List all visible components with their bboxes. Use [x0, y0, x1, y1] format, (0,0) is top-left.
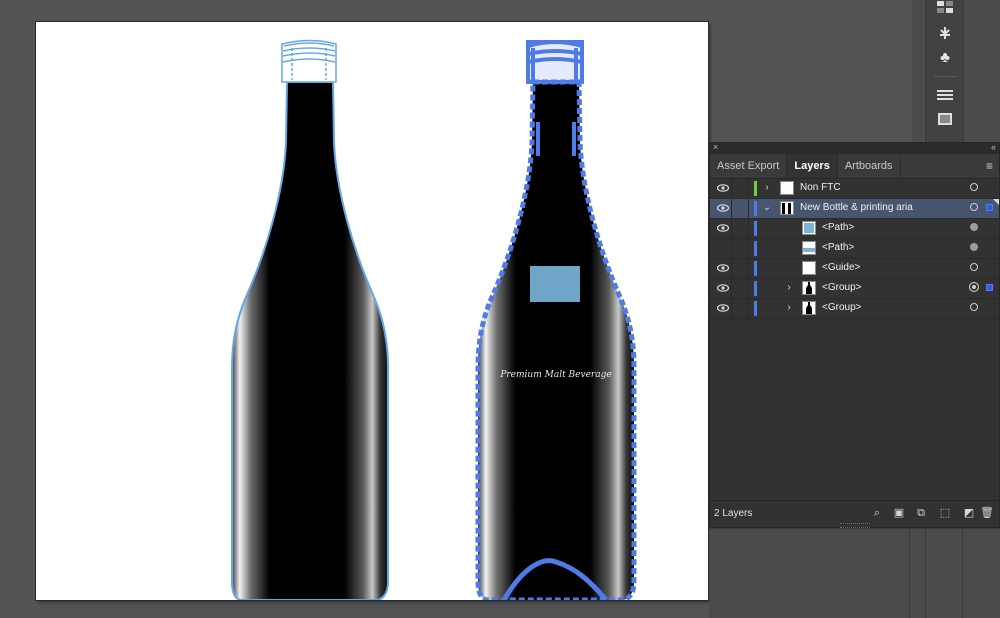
left-bottle-cap	[281, 39, 337, 83]
right-bottle-body	[475, 79, 637, 600]
layer-name[interactable]: New Bottle & printing aria	[800, 202, 913, 213]
lock-toggle[interactable]	[734, 201, 748, 216]
collect-for-export-icon[interactable]: ▣	[892, 506, 906, 520]
target-circle-icon[interactable]	[970, 183, 978, 191]
visibility-eye-icon[interactable]	[716, 303, 730, 313]
layer-color-bar	[754, 181, 757, 196]
layers-panel: × ‹‹ Asset Export Layers Artboards ≡ › No…	[709, 142, 1000, 528]
layer-count: 2 Layers	[714, 508, 753, 519]
lock-toggle[interactable]	[734, 261, 748, 276]
brushes-icon[interactable]	[934, 24, 956, 42]
tab-layers[interactable]: Layers	[787, 154, 838, 178]
delete-icon[interactable]: 🗑	[980, 506, 994, 520]
close-icon[interactable]: ×	[713, 142, 718, 152]
layer-name[interactable]: <Group>	[822, 282, 861, 293]
sublayer-row[interactable]: › <Group>	[710, 299, 999, 319]
new-sublayer-icon[interactable]: ⬚	[938, 506, 952, 520]
dock-gutter	[912, 0, 924, 142]
lock-toggle[interactable]	[734, 281, 748, 296]
layer-color-bar	[754, 301, 757, 316]
target-circle-icon[interactable]	[970, 243, 978, 251]
visibility-eye-icon[interactable]	[716, 283, 730, 293]
align-icon[interactable]	[934, 86, 956, 104]
left-bottle-body	[231, 81, 389, 600]
target-circle-icon[interactable]	[970, 303, 978, 311]
selection-indicator[interactable]	[986, 284, 993, 291]
lock-toggle[interactable]	[734, 241, 748, 256]
bottle-label-text: Premium Malt Beverage	[500, 370, 612, 380]
layer-name[interactable]: <Path>	[822, 222, 854, 233]
layer-thumbnail	[802, 221, 816, 235]
layer-thumbnail	[780, 181, 794, 195]
sublayer-row[interactable]: › <Group>	[710, 279, 999, 299]
symbols-club-icon[interactable]: ♣	[934, 48, 956, 66]
chevron-right-icon[interactable]: ›	[784, 282, 794, 293]
transparency-icon[interactable]	[934, 110, 956, 128]
layer-row[interactable]: › Non FTC	[710, 179, 999, 199]
layer-thumbnail	[802, 261, 816, 275]
layer-color-bar	[754, 261, 757, 276]
layer-name[interactable]: <Path>	[822, 242, 854, 253]
new-layer-icon[interactable]: ◩	[962, 506, 976, 520]
target-circle-icon[interactable]	[970, 203, 978, 211]
layer-color-bar	[754, 221, 757, 236]
panel-icon-strip: ♣	[925, 0, 965, 142]
layer-thumbnail	[780, 201, 794, 215]
layer-list: › Non FTC ⌄ New Bottle & printing aria <Path…	[710, 179, 999, 319]
layer-thumbnail	[802, 301, 816, 315]
lock-toggle[interactable]	[734, 301, 748, 316]
layer-thumbnail	[802, 241, 816, 255]
make-clipping-mask-icon[interactable]: ⧉	[914, 506, 928, 520]
chevron-right-icon[interactable]: ›	[762, 182, 772, 193]
target-circle-icon[interactable]	[970, 263, 978, 271]
artboard[interactable]: Premium Malt Beverage	[36, 22, 708, 600]
visibility-eye-icon[interactable]	[716, 223, 730, 233]
selection-indicator[interactable]	[986, 204, 993, 211]
layer-name[interactable]: Non FTC	[800, 182, 841, 193]
artwork-canvas	[231, 39, 637, 601]
layer-name[interactable]: <Guide>	[822, 262, 860, 273]
search-icon[interactable]: ⌕	[870, 506, 884, 520]
layer-thumbnail	[802, 281, 816, 295]
target-circle-icon[interactable]	[969, 282, 979, 292]
layer-color-bar	[754, 241, 757, 256]
visibility-eye-icon[interactable]	[716, 263, 730, 273]
chevron-right-icon[interactable]: ›	[784, 302, 794, 313]
swatches-grid-icon[interactable]	[934, 0, 956, 16]
chevron-down-icon[interactable]: ⌄	[762, 202, 772, 213]
collapse-panel-icon[interactable]: ‹‹	[991, 142, 996, 152]
lock-toggle[interactable]	[734, 221, 748, 236]
panel-titlebar: × ‹‹	[710, 142, 999, 154]
layer-row[interactable]: ⌄ New Bottle & printing aria	[710, 199, 999, 219]
panel-menu-icon[interactable]: ≡	[986, 159, 993, 173]
dock-below-panel	[709, 528, 1000, 618]
left-bottle[interactable]	[231, 39, 389, 601]
sublayer-row[interactable]: <Guide>	[710, 259, 999, 279]
right-bottle-cap	[526, 40, 584, 84]
sublayer-row[interactable]: <Path>	[710, 239, 999, 259]
panel-footer: 2 Layers ⌕ ▣ ⧉ ⬚ ◩ 🗑	[710, 500, 999, 528]
lock-toggle[interactable]	[734, 181, 748, 196]
layer-color-bar	[754, 281, 757, 296]
tab-artboards[interactable]: Artboards	[838, 154, 901, 178]
tab-asset-export[interactable]: Asset Export	[710, 154, 788, 178]
printing-area-rect	[530, 266, 580, 302]
panel-tabbar: Asset Export Layers Artboards ≡	[710, 154, 999, 179]
target-circle-icon[interactable]	[970, 223, 978, 231]
visibility-eye-icon[interactable]	[716, 203, 730, 213]
current-layer-indicator	[993, 199, 999, 205]
visibility-eye-icon[interactable]	[717, 243, 729, 253]
visibility-eye-icon[interactable]	[716, 183, 730, 193]
layer-name[interactable]: <Group>	[822, 302, 861, 313]
right-bottle[interactable]	[475, 40, 637, 600]
sublayer-row[interactable]: <Path>	[710, 219, 999, 239]
layer-color-bar	[754, 201, 757, 216]
